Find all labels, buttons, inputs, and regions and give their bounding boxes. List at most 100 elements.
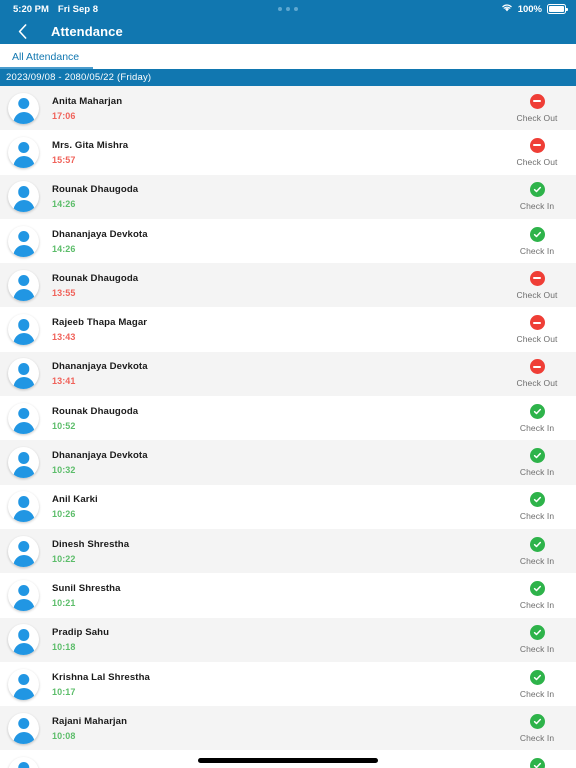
avatar-head-icon — [17, 363, 30, 375]
status-label: Check In — [519, 511, 555, 522]
status-label: Check In — [519, 599, 555, 610]
back-button[interactable] — [12, 21, 32, 41]
check-out-icon — [529, 315, 545, 331]
attendance-row[interactable]: Pradip Sahu 10:18 Check In — [0, 617, 576, 662]
avatar-head-icon — [17, 274, 30, 287]
check-out-icon — [529, 93, 545, 109]
battery-full-icon — [547, 4, 568, 14]
attendance-status: Check In — [506, 182, 576, 211]
tab-all-attendance-label: All Attendance — [12, 50, 80, 63]
avatar — [8, 269, 39, 301]
employee-name: Pradip Sahu — [52, 627, 110, 639]
status-label: Check In — [519, 245, 555, 256]
attendance-status: Check In — [506, 492, 576, 521]
attendance-row[interactable]: Rounak Dhaugoda 14:26 Check In — [0, 174, 576, 219]
attendance-row-info: Rajeeb Thapa Magar 13:43 — [52, 317, 147, 342]
attendance-row[interactable]: Rounak Dhaugoda 13:55 Check Out — [0, 263, 576, 308]
check-in-icon — [529, 492, 545, 508]
home-indicator — [198, 758, 378, 763]
attendance-row-info: Rounak Dhaugoda 10:52 — [52, 406, 138, 431]
employee-name: Anita Maharjan — [52, 95, 123, 107]
attendance-time: 13:43 — [52, 332, 76, 343]
tab-all-attendance[interactable]: All Attendance — [0, 44, 94, 69]
status-label: Check In — [519, 555, 555, 566]
attendance-row[interactable]: Mrs. Gita Mishra 15:57 Check Out — [0, 130, 576, 175]
attendance-time: 14:26 — [52, 199, 76, 210]
attendance-time: 10:08 — [52, 730, 76, 741]
status-label: Check In — [519, 732, 555, 743]
attendance-time: 13:41 — [52, 376, 76, 387]
check-out-icon — [529, 270, 545, 286]
avatar-body-icon — [13, 333, 34, 346]
avatar-body-icon — [13, 155, 34, 168]
employee-name: Dinesh Shrestha — [52, 538, 130, 550]
avatar-head-icon — [17, 97, 30, 110]
avatar — [8, 712, 39, 744]
employee-name: Rajeeb Thapa Magar — [52, 317, 148, 329]
attendance-row[interactable]: Sunil Shrestha 10:21 Check In — [0, 573, 576, 618]
avatar-head-icon — [17, 717, 30, 730]
attendance-row[interactable]: Dhananjaya Devkota 13:41 Check Out — [0, 351, 576, 397]
attendance-status: Check Out — [506, 359, 576, 388]
avatar — [8, 314, 39, 346]
attendance-row-info: Anil Karki 10:26 — [52, 494, 98, 519]
check-in-icon — [529, 403, 545, 419]
check-out-icon — [529, 137, 545, 153]
avatar-body-icon — [13, 200, 34, 213]
check-in-icon — [529, 448, 545, 464]
attendance-status: Check In — [506, 758, 576, 768]
avatar-body-icon — [13, 510, 34, 523]
avatar-body-icon — [13, 111, 34, 124]
check-in-icon — [529, 536, 545, 552]
avatar-head-icon — [17, 762, 30, 768]
check-in-icon — [529, 182, 545, 198]
attendance-row[interactable]: Dinesh Shrestha 10:22 Check In — [0, 528, 576, 574]
attendance-row[interactable]: Dhananjaya Devkota 14:26 Check In — [0, 218, 576, 264]
attendance-time: 17:06 — [52, 110, 76, 121]
attendance-time: 10:26 — [52, 509, 76, 520]
avatar — [8, 668, 39, 700]
attendance-row[interactable]: Anita Maharjan 17:06 Check Out — [0, 86, 576, 131]
avatar — [8, 491, 39, 523]
avatar — [8, 92, 39, 124]
tab-strip: All Attendance — [0, 44, 576, 69]
attendance-row[interactable]: Dhananjaya Devkota 10:32 Check In — [0, 440, 576, 485]
employee-name: Dhananjaya Devkota — [52, 228, 148, 240]
attendance-time: 10:32 — [52, 465, 76, 476]
attendance-status: Check In — [506, 403, 576, 433]
attendance-screen: 5:20 PM Fri Sep 8 100% Attendance All At… — [0, 0, 576, 768]
employee-name: Rajani Maharjan — [52, 715, 128, 727]
attendance-row-info: Rounak Dhaugoda 14:26 — [52, 184, 138, 209]
attendance-row-info: Pradip Sahu 10:18 — [52, 627, 109, 652]
attendance-row[interactable]: Rounak Dhaugoda 10:52 Check In — [0, 396, 576, 441]
attendance-time: 10:52 — [52, 420, 76, 431]
status-label: Check In — [519, 467, 555, 478]
status-bar: 5:20 PM Fri Sep 8 100% — [0, 0, 576, 18]
attendance-row[interactable]: Rajani Maharjan 10:08 Check In — [0, 706, 576, 751]
dot-icon — [294, 7, 298, 11]
attendance-time: 10:21 — [52, 597, 76, 608]
avatar-body-icon — [13, 731, 34, 744]
chevron-left-icon — [18, 23, 26, 39]
attendance-status: Check In — [506, 448, 576, 477]
attendance-row[interactable]: Anil Karki 10:26 Check In — [0, 484, 576, 529]
employee-name: Rounak Dhaugoda — [52, 184, 139, 196]
avatar — [8, 624, 39, 656]
avatar-body-icon — [13, 598, 34, 611]
attendance-status: Check In — [506, 580, 576, 610]
employee-name: Dhananjaya Devkota — [52, 450, 148, 462]
attendance-row-info: Dinesh Shrestha 10:22 — [52, 539, 129, 564]
attendance-row[interactable]: Rajeeb Thapa Magar 13:43 Check Out — [0, 307, 576, 352]
avatar-body-icon — [13, 554, 34, 567]
check-in-icon — [529, 758, 545, 768]
avatar-head-icon — [17, 230, 30, 243]
avatar — [8, 757, 39, 768]
page-title: Attendance — [51, 23, 123, 39]
status-label: Check In — [519, 688, 555, 699]
employee-name: Anil Karki — [52, 494, 98, 506]
check-in-icon — [529, 580, 545, 596]
attendance-row-info: Rounak Dhaugoda 13:55 — [52, 273, 138, 298]
attendance-row[interactable]: Krishna Lal Shrestha 10:17 Check In — [0, 661, 576, 707]
avatar-head-icon — [17, 319, 30, 331]
date-bar: 2023/09/08 - 2080/05/22 (Friday) — [0, 69, 576, 86]
